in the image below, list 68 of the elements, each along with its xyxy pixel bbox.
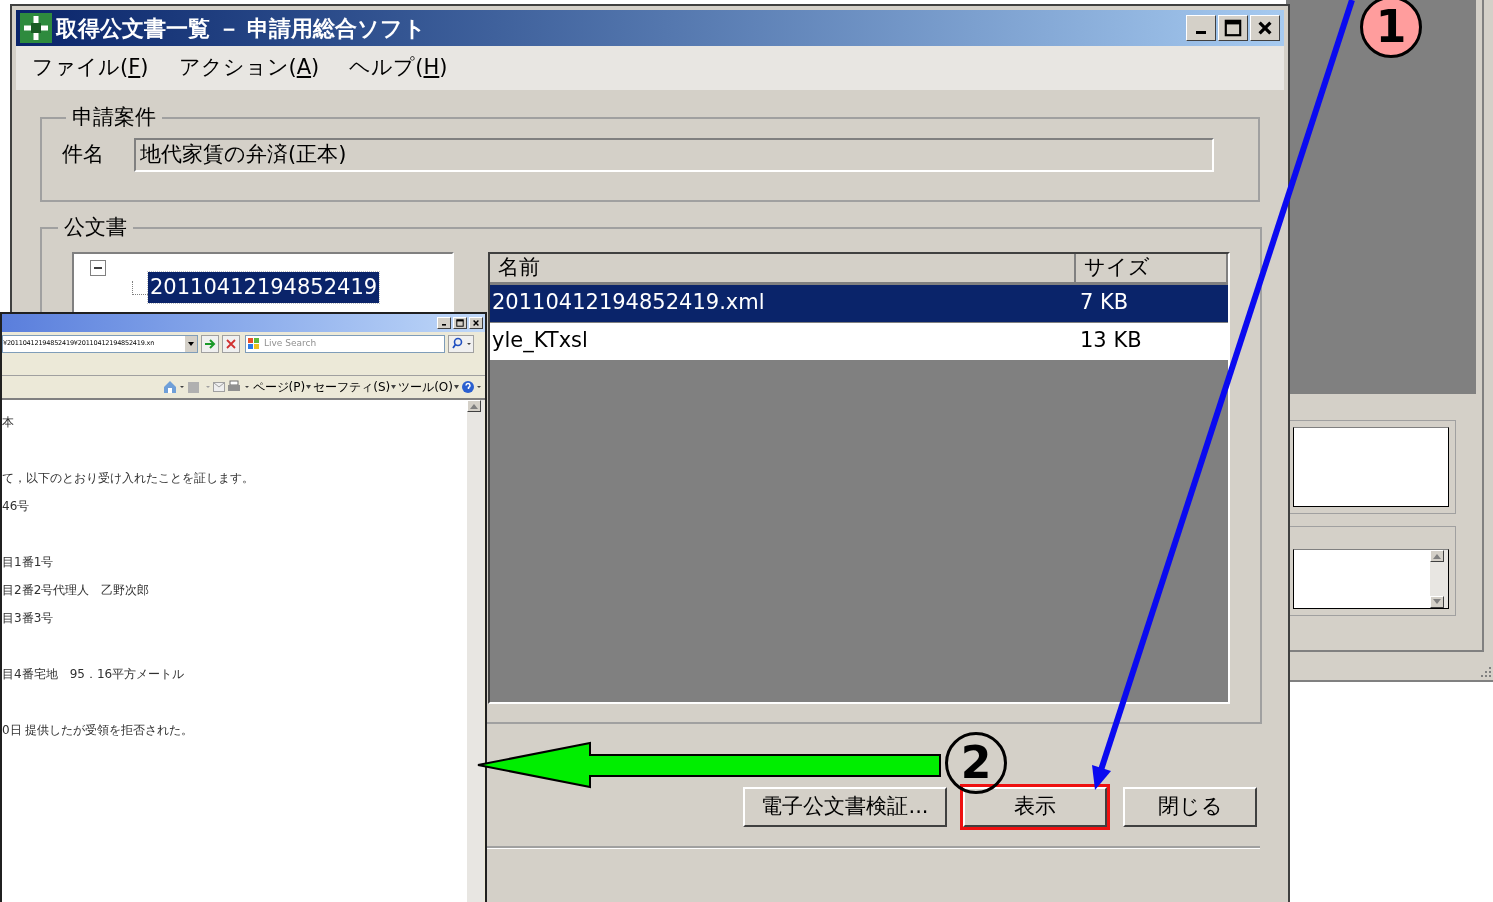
window-logo-icon	[247, 337, 261, 351]
arrow-down-icon	[1433, 599, 1441, 605]
tree-item[interactable]: 20110412194852419	[148, 271, 380, 303]
search-icon[interactable]	[448, 335, 474, 353]
close-icon	[1256, 19, 1274, 37]
minimize-icon	[1195, 30, 1207, 35]
collapse-icon[interactable]	[90, 259, 106, 276]
subject-field[interactable]: 地代家賃の弁済(正本)	[134, 137, 1214, 172]
menu-item[interactable]: ヘルプ(H)	[349, 52, 448, 84]
maximize-icon	[456, 319, 464, 327]
close-icon[interactable]	[222, 335, 240, 353]
document-text: 0日 提供したが受領を拒否された。	[2, 722, 195, 739]
file-cell-text: yle_KTxsl	[491, 327, 589, 355]
text-field[interactable]	[1293, 427, 1449, 507]
arrow-up-icon	[1433, 553, 1441, 559]
group-title: 申請案件	[71, 104, 157, 131]
minimize-button[interactable]	[1186, 15, 1216, 41]
dialog-button[interactable]: 表示	[963, 787, 1107, 827]
column-header[interactable]: サイズ	[1076, 253, 1228, 284]
menu-item[interactable]: ファイル(F)	[32, 52, 149, 84]
document-text: 目2番2号代理人 乙野次郎	[2, 582, 151, 599]
print-icon[interactable]	[226, 380, 251, 394]
arrow-up-icon	[470, 403, 478, 409]
app-icon	[20, 13, 52, 43]
scrollbar[interactable]	[467, 400, 484, 902]
dialog-button[interactable]: 電子公文書検証...	[743, 787, 947, 827]
command-menu[interactable]: ページ(P)	[252, 378, 312, 396]
document-text: 目1番1号	[2, 554, 55, 571]
maximize-icon	[1224, 19, 1242, 37]
document-text: て，以下のとおり受け入れたことを証します。	[2, 470, 255, 487]
dropdown-icon[interactable]	[185, 336, 197, 352]
document-text: 46号	[2, 498, 31, 515]
caret-icon	[391, 385, 397, 389]
group-title: 公文書	[63, 214, 128, 241]
help-icon[interactable]	[461, 380, 483, 394]
scrollbar[interactable]	[1430, 550, 1448, 608]
text-area[interactable]	[1293, 549, 1449, 609]
close-icon	[472, 319, 480, 327]
close-button[interactable]	[469, 317, 483, 329]
minimize-icon	[441, 324, 447, 326]
field-label: 件名	[62, 140, 104, 168]
scroll-up-button[interactable]	[467, 400, 481, 412]
document-text: 目4番宅地 95．16平方メートル	[2, 666, 186, 683]
resize-grip-icon[interactable]	[1480, 666, 1492, 678]
window-title: 取得公文書一覧 － 申請用総合ソフト	[56, 14, 427, 43]
document-text: 目3番3号	[2, 610, 55, 627]
maximize-button[interactable]	[1218, 15, 1248, 41]
home-icon[interactable]	[162, 380, 185, 394]
document-text: 本	[2, 414, 15, 431]
close-button[interactable]	[1250, 15, 1280, 41]
file-row[interactable]: 20110412194852419.xml 7 KB	[490, 284, 1228, 322]
file-cell-text: 20110412194852419.xml	[491, 289, 766, 317]
command-menu[interactable]: ツール(O)	[398, 378, 459, 396]
caret-icon	[306, 385, 312, 389]
scroll-down-button[interactable]	[1430, 596, 1444, 608]
caret-icon	[454, 385, 459, 389]
scroll-up-button[interactable]	[1430, 550, 1444, 562]
maximize-button[interactable]	[453, 317, 467, 329]
menu-item[interactable]: アクション(A)	[178, 52, 320, 84]
dialog-button[interactable]: 閉じる	[1123, 787, 1257, 827]
file-cell-text: 7 KB	[1079, 289, 1130, 317]
minimize-button[interactable]	[437, 317, 451, 329]
command-menu[interactable]: セーフティ(S)	[313, 378, 397, 396]
column-header[interactable]: 名前	[490, 253, 1076, 284]
file-cell-text: 13 KB	[1079, 327, 1143, 355]
search-placeholder: Live Search	[264, 337, 317, 351]
step-marker: 2	[945, 732, 1007, 794]
file-row[interactable]: yle_KTxsl 13 KB	[490, 322, 1228, 360]
